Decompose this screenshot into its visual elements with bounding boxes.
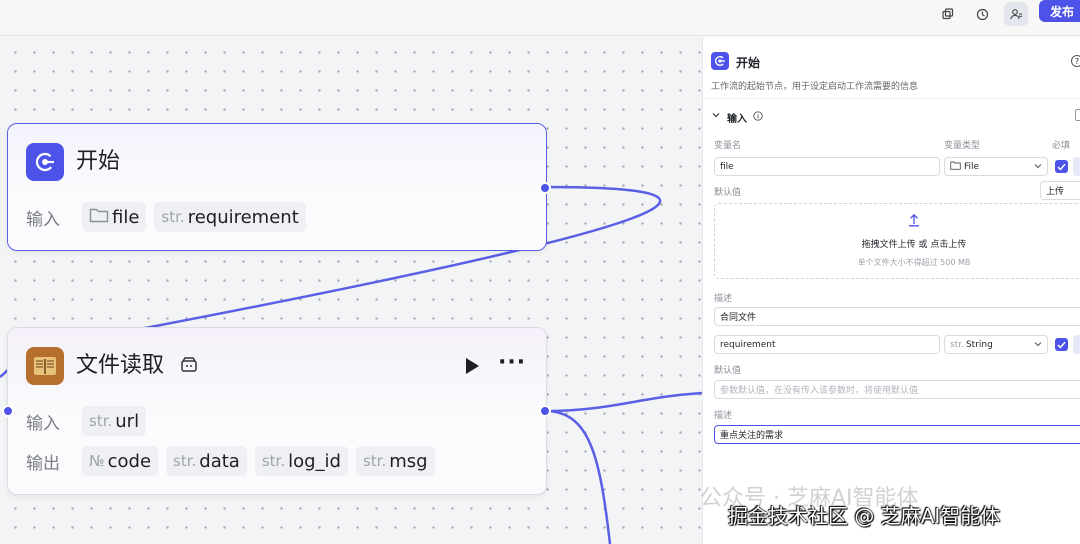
panel-description: 工作流的起始节点，用于设定启动工作流需要的信息 (711, 82, 919, 92)
column-header-name: 变量名 (714, 141, 742, 151)
output-tag-code: № code (82, 446, 159, 476)
book-icon (26, 347, 64, 385)
panel-title: 开始 (736, 56, 761, 70)
remove-variable-button[interactable] (1073, 335, 1080, 354)
variable-name-input[interactable]: requirement (714, 335, 940, 354)
file-read-inputs: 输入 str. url (26, 406, 147, 436)
input-tag-file: file (82, 202, 147, 232)
start-node-icon (711, 52, 729, 70)
start-node[interactable]: 开始 输入 file str. requirement (7, 123, 547, 251)
description-label: 描述 (714, 411, 733, 421)
workflow-canvas[interactable]: 开始 输入 file str. requirement 文件读取 ··· 输入 … (0, 37, 702, 544)
edge-file-out-b (544, 409, 612, 544)
edge-file-out-a (544, 391, 702, 413)
remove-variable-button[interactable] (1073, 157, 1080, 176)
upload-size-limit: 单个文件大小不得超过 500 MB (857, 258, 971, 267)
output-tag-msg: str. msg (355, 446, 435, 476)
default-value-label: 默认值 (714, 188, 742, 198)
info-icon[interactable] (753, 111, 763, 124)
start-node-inputs: 输入 file str. requirement (26, 202, 306, 232)
required-checkbox[interactable] (1055, 338, 1068, 351)
required-checkbox[interactable] (1055, 160, 1068, 173)
output-label: 输出 (26, 453, 60, 474)
column-header-type: 变量类型 (944, 141, 981, 151)
variable-type-select[interactable]: str. String (944, 335, 1048, 354)
copy-icon[interactable] (936, 2, 960, 26)
chevron-down-icon (1034, 340, 1042, 350)
watermark: 掘金技术社区 @ 芝麻AI智能体 (728, 504, 1001, 528)
file-read-output-port[interactable] (539, 405, 551, 417)
file-read-node[interactable]: 文件读取 ··· 输入 str. url 输出 № code str. data (7, 327, 547, 495)
folder-icon (950, 161, 961, 173)
user-settings-icon[interactable] (1004, 2, 1028, 26)
default-value-label: 默认值 (714, 366, 742, 376)
folder-icon (89, 207, 109, 228)
default-mode-select[interactable]: 上传 (1040, 181, 1080, 200)
add-variable-icon[interactable] (1075, 109, 1080, 121)
history-icon[interactable] (970, 2, 994, 26)
node-config-panel: 开始 ? 工作流的起始节点，用于设定启动工作流需要的信息 输入 变量名 变量类型… (702, 37, 1080, 544)
start-node-title: 开始 (76, 149, 121, 174)
start-output-port[interactable] (539, 182, 551, 194)
start-node-icon (26, 143, 64, 181)
output-tag-log-id: str. log_id (254, 446, 348, 476)
top-toolbar: 发布 (0, 0, 1080, 36)
help-icon[interactable]: ? (1071, 55, 1080, 67)
publish-button[interactable]: 发布 (1039, 0, 1080, 22)
input-tag-url: str. url (82, 406, 147, 436)
output-tag-data: str. data (166, 446, 247, 476)
chevron-down-icon (1034, 162, 1042, 172)
file-read-input-port[interactable] (2, 405, 14, 417)
file-read-node-title: 文件读取 (76, 353, 165, 378)
input-label: 输入 (26, 413, 60, 434)
file-read-outputs: 输出 № code str. data str. log_id str. msg (26, 446, 435, 476)
input-tag-requirement: str. requirement (154, 202, 306, 232)
collapse-chevron-icon[interactable] (712, 111, 720, 122)
input-label: 输入 (26, 209, 60, 230)
file-upload-dropzone[interactable]: 拖拽文件上传 或 点击上传 单个文件大小不得超过 500 MB (714, 203, 1080, 279)
run-icon[interactable] (463, 356, 481, 380)
plugin-store-icon (180, 356, 198, 378)
variable-type-select[interactable]: File (944, 157, 1048, 176)
more-options-icon[interactable]: ··· (498, 350, 526, 375)
divider (703, 98, 1080, 99)
default-value-input[interactable]: 参数默认值，在没有传入该参数时，将使用默认值 (714, 380, 1080, 399)
upload-instruction: 拖拽文件上传 或 点击上传 (861, 240, 967, 250)
description-input[interactable]: 重点关注的需求 (714, 425, 1080, 444)
upload-icon (908, 213, 920, 230)
input-section-title: 输入 (727, 114, 747, 125)
description-label: 描述 (714, 294, 733, 304)
column-header-required: 必填 (1052, 141, 1071, 151)
variable-name-input[interactable]: file (714, 157, 940, 176)
description-input[interactable]: 合同文件 (714, 307, 1080, 326)
